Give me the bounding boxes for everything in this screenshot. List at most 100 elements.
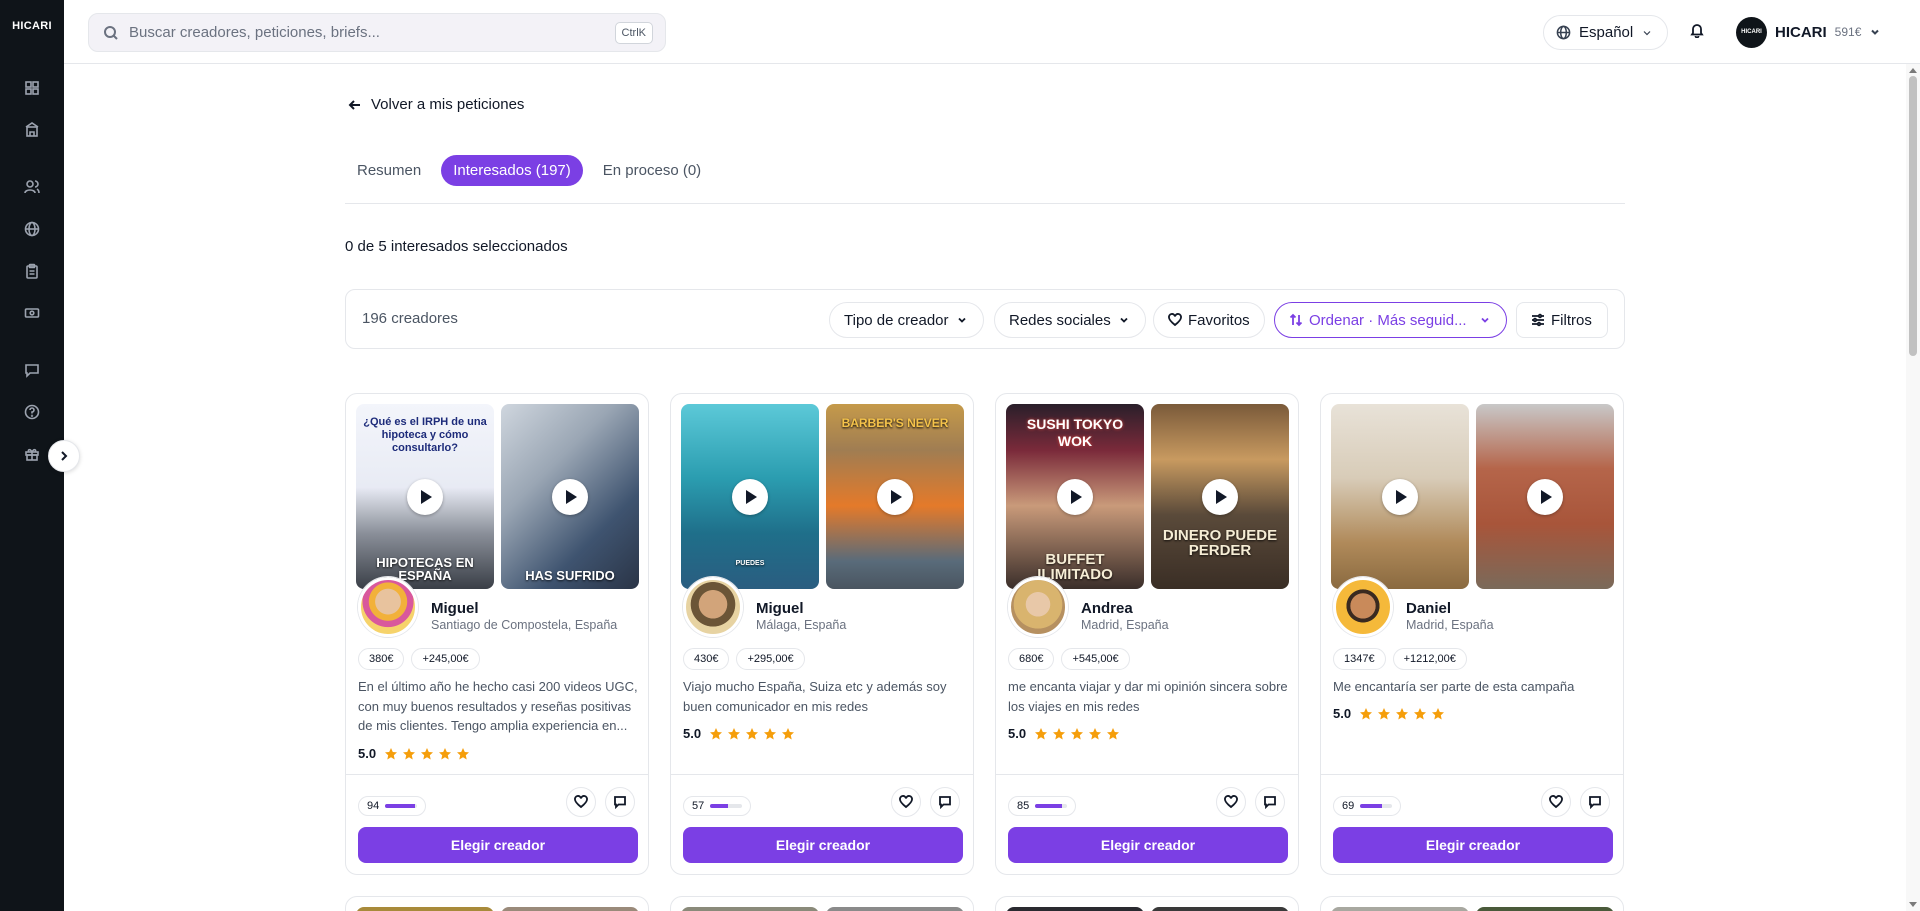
earnings-badge: +245,00€ [411,648,480,670]
video-thumbnail[interactable]: PUEDES [681,404,819,589]
filter-bar: 196 creadores Tipo de creador Redes soci… [345,289,1625,349]
avatar [1008,577,1068,637]
video-thumbnail[interactable] [356,907,494,911]
money-icon[interactable] [22,303,42,323]
score-badge: 69 [1333,796,1402,816]
filters-button[interactable]: Filtros [1516,302,1608,338]
rating-score: 5.0 [358,746,377,761]
favorite-button[interactable] [566,787,596,817]
creator-card[interactable] [1320,896,1624,911]
choose-creator-button[interactable]: Elegir creador [683,827,963,863]
play-icon[interactable] [1057,478,1093,515]
social-networks-dropdown[interactable]: Redes sociales [994,302,1146,338]
users-icon[interactable] [22,177,42,197]
building-icon[interactable] [22,120,42,140]
creator-card[interactable]: PUEDES BARBER'S NEVER Miguel Málaga, Esp… [670,393,974,875]
language-selector[interactable]: Español [1543,15,1668,50]
page-scrollbar[interactable] [1906,64,1920,911]
play-icon[interactable] [1527,478,1563,515]
clipboard-icon[interactable] [22,261,42,281]
tab-resumen[interactable]: Resumen [345,155,433,186]
creator-card[interactable]: ¿Qué es el IRPH de una hipoteca y cómo c… [345,393,649,875]
choose-creator-button[interactable]: Elegir creador [358,827,638,863]
video-thumbnail[interactable] [1151,907,1289,911]
dashboard-icon[interactable] [22,78,42,98]
bell-icon[interactable] [1689,22,1709,42]
rating-score: 5.0 [1333,706,1352,721]
creator-card[interactable]: Daniel Madrid, España 1347€ +1212,00€ Me… [1320,393,1624,875]
search-icon [104,25,118,40]
sort-dropdown[interactable]: Ordenar · Más seguid... [1274,302,1507,338]
globe-icon [1556,25,1571,40]
creator-card[interactable] [345,896,649,911]
choose-creator-button[interactable]: Elegir creador [1008,827,1288,863]
play-icon[interactable] [877,478,913,515]
creator-location: Madrid, España [1081,618,1169,632]
play-icon[interactable] [1382,478,1418,515]
star-icon [764,727,777,739]
chat-icon[interactable] [22,360,42,380]
message-button[interactable] [1580,787,1610,817]
score-bar [710,804,743,808]
creator-card[interactable] [995,896,1299,911]
avatar [358,577,418,637]
language-label: Español [1579,24,1634,41]
star-icon [385,747,398,759]
video-thumbnail[interactable] [1006,907,1144,911]
selected-count: 0 de 5 interesados seleccionados [345,238,568,255]
video-thumbnail[interactable] [1476,404,1614,589]
score-bar-fill [1035,804,1063,808]
video-thumbnail[interactable] [681,907,819,911]
back-link[interactable]: Volver a mis peticiones [348,96,524,113]
video-thumbnail[interactable]: BARBER'S NEVER [826,404,964,589]
creator-name[interactable]: Daniel [1406,600,1451,617]
play-icon[interactable] [552,478,588,515]
video-thumbnail[interactable] [826,907,964,911]
score-value: 94 [367,800,380,812]
favorites-button[interactable]: Favoritos [1153,302,1265,338]
play-icon[interactable] [732,478,768,515]
play-icon[interactable] [407,478,443,515]
star-icon [1432,707,1445,719]
chevron-down-icon [1643,30,1651,35]
creator-name[interactable]: Miguel [431,600,479,617]
video-thumbnail[interactable]: DINERO PUEDE PERDER [1151,404,1289,589]
favorite-button[interactable] [1216,787,1246,817]
gift-icon[interactable] [22,444,42,464]
tab-interesados[interactable]: Interesados (197) [441,155,583,186]
creator-card[interactable] [670,896,974,911]
video-thumbnail[interactable] [1476,907,1614,911]
video-thumbnail[interactable] [1331,907,1469,911]
video-thumbnail[interactable]: ¿Qué es el IRPH de una hipoteca y cómo c… [356,404,494,589]
search-shortcut: CtrlK [614,21,653,44]
message-button[interactable] [605,787,635,817]
chat-icon [1264,796,1276,809]
play-icon[interactable] [1202,478,1238,515]
tab-en-proceso[interactable]: En proceso (0) [591,155,713,186]
creator-name[interactable]: Andrea [1081,600,1133,617]
video-thumbnail[interactable] [501,907,639,911]
message-button[interactable] [930,787,960,817]
scroll-up-arrow[interactable] [1909,68,1917,73]
expand-sidebar-button[interactable] [48,440,80,472]
video-caption: DINERO PUEDE PERDER [1162,526,1278,560]
scrollbar-thumb[interactable] [1909,76,1917,356]
creator-card[interactable]: SUSHI TOKYO WOK BUFFET ILIMITADO DINERO … [995,393,1299,875]
favorite-button[interactable] [1541,787,1571,817]
app-logo[interactable]: HICARI [0,20,64,32]
video-thumbnail[interactable]: HAS SUFRIDO [501,404,639,589]
scroll-down-arrow[interactable] [1909,902,1917,907]
message-button[interactable] [1255,787,1285,817]
help-icon[interactable] [22,402,42,422]
creator-type-dropdown[interactable]: Tipo de creador [829,302,984,338]
creator-name[interactable]: Miguel [756,600,804,617]
price-badge: 380€ [358,648,405,670]
video-thumbnail[interactable]: SUSHI TOKYO WOK BUFFET ILIMITADO [1006,404,1144,589]
globe-icon[interactable] [22,219,42,239]
video-thumbnail[interactable] [1331,404,1469,589]
favorites-label: Favoritos [1188,311,1250,329]
search-input[interactable]: Buscar creadores, peticiones, briefs... … [88,13,666,52]
choose-creator-button[interactable]: Elegir creador [1333,827,1613,863]
favorite-button[interactable] [891,787,921,817]
user-menu[interactable]: HICARI HICARI 591€ [1736,16,1881,48]
